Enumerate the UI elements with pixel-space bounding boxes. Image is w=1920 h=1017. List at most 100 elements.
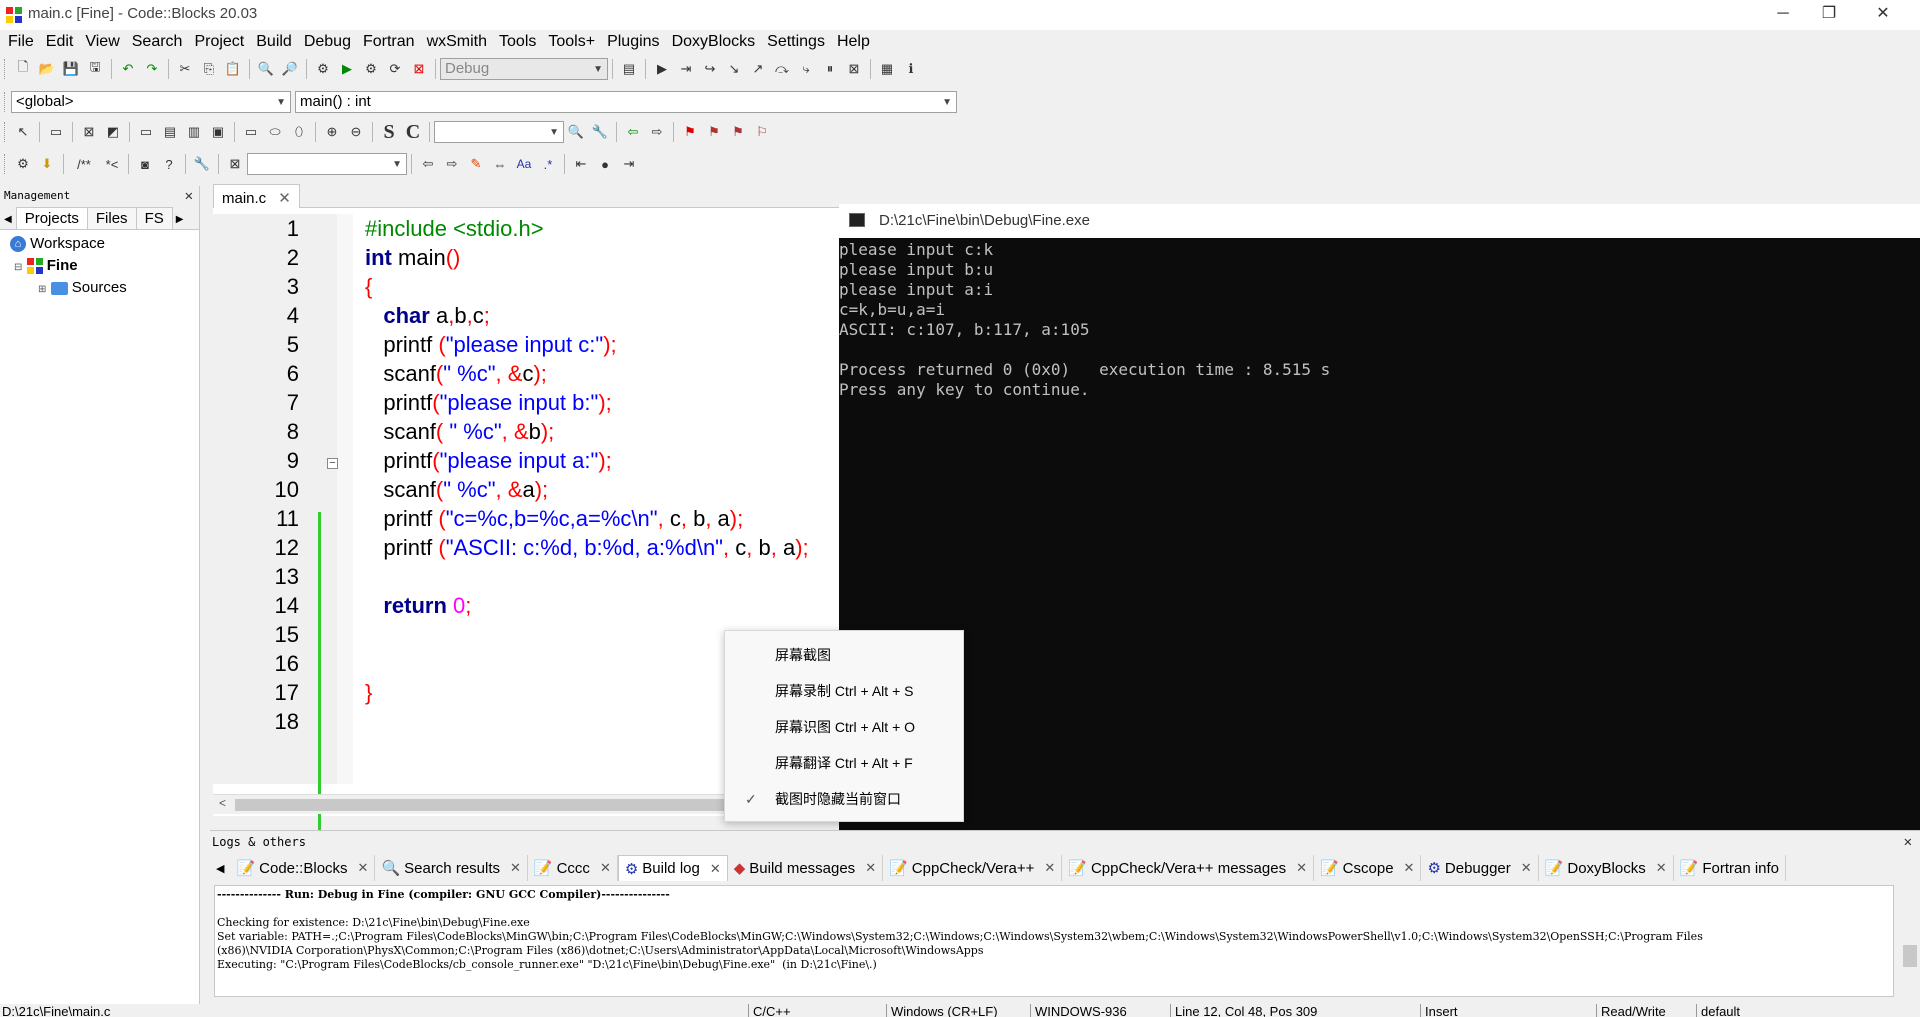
menu-build[interactable]: Build bbox=[250, 30, 298, 54]
tab-search-results[interactable]: 🔍 Search results ✕ bbox=[375, 855, 528, 881]
scroll-thumb[interactable] bbox=[235, 799, 795, 811]
find-next-icon[interactable]: ⇨ bbox=[441, 153, 463, 175]
layout4-icon[interactable]: ▣ bbox=[207, 121, 229, 143]
close-log-tab-icon[interactable]: ✕ bbox=[600, 860, 611, 876]
menu-wxsmith[interactable]: wxSmith bbox=[421, 30, 493, 54]
menu-screen-translate[interactable]: 屏幕翻译 Ctrl + Alt + F bbox=[725, 745, 963, 781]
regex-icon[interactable]: .* bbox=[537, 153, 559, 175]
doxywizard-icon[interactable]: ⚙ bbox=[12, 153, 34, 175]
close-log-tab-icon[interactable]: ✕ bbox=[1656, 860, 1667, 876]
menu-debug[interactable]: Debug bbox=[298, 30, 357, 54]
close-log-tab-icon[interactable]: ✕ bbox=[710, 861, 721, 877]
menu-hide-window-toggle[interactable]: ✓ 截图时隐藏当前窗口 bbox=[725, 781, 963, 817]
menu-view[interactable]: View bbox=[79, 30, 125, 54]
menu-edit[interactable]: Edit bbox=[40, 30, 80, 54]
scope-select[interactable]: <global> ▼ bbox=[11, 91, 291, 113]
tab-codeblocks-log[interactable]: 📝 Code::Blocks ✕ bbox=[230, 855, 376, 881]
log-scroll-thumb[interactable] bbox=[1903, 945, 1917, 967]
close-log-tab-icon[interactable]: ✕ bbox=[1404, 860, 1415, 876]
tab-build-messages[interactable]: ◆ Build messages ✕ bbox=[728, 855, 884, 881]
shape2-icon[interactable]: ⬭ bbox=[264, 121, 286, 143]
tab-main-c[interactable]: main.c ✕ bbox=[213, 184, 300, 208]
console-window[interactable]: please input c:k please input b:u please i… bbox=[839, 204, 1920, 839]
find-prev-icon[interactable]: ⇦ bbox=[417, 153, 439, 175]
menu-help[interactable]: Help bbox=[831, 30, 876, 54]
pause-icon[interactable]: ⏸ bbox=[819, 58, 841, 80]
debug-continue-icon[interactable]: ▶ bbox=[651, 58, 673, 80]
menu-tools[interactable]: Tools bbox=[493, 30, 542, 54]
tab-projects[interactable]: Projects bbox=[15, 207, 88, 229]
close-logs-icon[interactable]: ✕ bbox=[1904, 831, 1912, 853]
cut-icon[interactable]: ✂ bbox=[174, 58, 196, 80]
tab-cppcheck-messages[interactable]: 📝 CppCheck/Vera++ messages ✕ bbox=[1062, 855, 1314, 881]
new-file-icon[interactable]: 🗋 bbox=[12, 58, 34, 80]
tree-workspace[interactable]: ⌂ Workspace bbox=[0, 233, 199, 255]
layout1-icon[interactable]: ▭ bbox=[135, 121, 157, 143]
extract-icon[interactable]: ⬇ bbox=[36, 153, 58, 175]
close-log-tab-icon[interactable]: ✕ bbox=[865, 860, 876, 876]
jump-forward-icon[interactable]: ⇥ bbox=[618, 153, 640, 175]
open-file-icon[interactable]: 📂 bbox=[36, 58, 58, 80]
menu-screen-ocr[interactable]: 屏幕识图 Ctrl + Alt + O bbox=[725, 709, 963, 745]
jump-home-icon[interactable]: ● bbox=[594, 153, 616, 175]
shape1-icon[interactable]: ▭ bbox=[240, 121, 262, 143]
close-log-tab-icon[interactable]: ✕ bbox=[1296, 860, 1307, 876]
abort-icon[interactable]: ⊠ bbox=[408, 58, 430, 80]
bookmark-clear-icon[interactable]: ⚐ bbox=[751, 121, 773, 143]
close-management-icon[interactable]: ✕ bbox=[185, 186, 193, 206]
build-target-select[interactable]: Debug ▼ bbox=[440, 58, 608, 80]
find-icon[interactable]: 🔍 bbox=[255, 58, 277, 80]
chm-icon[interactable]: ? bbox=[158, 153, 180, 175]
close-tab-icon[interactable]: ✕ bbox=[278, 190, 291, 207]
menu-project[interactable]: Project bbox=[188, 30, 250, 54]
tab-build-log[interactable]: ⚙ Build log ✕ bbox=[617, 855, 728, 881]
menu-plugins[interactable]: Plugins bbox=[601, 30, 665, 54]
block-comment-icon[interactable]: /** bbox=[69, 153, 99, 175]
undo-icon[interactable]: ↶ bbox=[117, 58, 139, 80]
box2-icon[interactable]: ◩ bbox=[102, 121, 124, 143]
layout2-icon[interactable]: ▤ bbox=[159, 121, 181, 143]
menu-file[interactable]: File bbox=[2, 30, 40, 54]
save-all-icon[interactable]: 🖫 bbox=[84, 58, 106, 80]
close-log-tab-icon[interactable]: ✕ bbox=[1521, 860, 1532, 876]
step-instruction-icon[interactable]: ⤷ bbox=[795, 58, 817, 80]
step-out-icon[interactable]: ↗ bbox=[747, 58, 769, 80]
build-icon[interactable]: ⚙ bbox=[312, 58, 334, 80]
redo-icon[interactable]: ↷ bbox=[141, 58, 163, 80]
menu-doxyblocks[interactable]: DoxyBlocks bbox=[666, 30, 762, 54]
step-into-icon[interactable]: ↘ bbox=[723, 58, 745, 80]
menu-screen-record[interactable]: 屏幕录制 Ctrl + Alt + S bbox=[725, 673, 963, 709]
log-tabs-left-arrow-icon[interactable]: ◀ bbox=[210, 862, 230, 875]
debug-info-icon[interactable]: ℹ bbox=[900, 58, 922, 80]
settings-wrench-icon[interactable]: 🔧 bbox=[589, 121, 611, 143]
tab-doxyblocks[interactable]: 📝 DoxyBlocks ✕ bbox=[1539, 855, 1674, 881]
tab-cscope[interactable]: 📝 Cscope ✕ bbox=[1314, 855, 1422, 881]
menu-search[interactable]: Search bbox=[126, 30, 189, 54]
incremental-search-combo[interactable]: ▼ bbox=[247, 153, 407, 175]
menu-tools-plus[interactable]: Tools+ bbox=[542, 30, 601, 54]
rebuild-icon[interactable]: ⟳ bbox=[384, 58, 406, 80]
zoom-out-icon[interactable]: ⊖ bbox=[345, 121, 367, 143]
close-log-tab-icon[interactable]: ✕ bbox=[510, 860, 521, 876]
menu-screenshot[interactable]: 屏幕截图 bbox=[725, 637, 963, 673]
bookmark-prev-icon[interactable]: ⚑ bbox=[703, 121, 725, 143]
jump-back-icon[interactable]: ⇤ bbox=[570, 153, 592, 175]
next-line-icon[interactable]: ↪ bbox=[699, 58, 721, 80]
tabs-right-arrow-icon[interactable]: ▶ bbox=[172, 214, 188, 229]
shape3-icon[interactable]: ⬯ bbox=[288, 121, 310, 143]
close-log-tab-icon[interactable]: ✕ bbox=[1044, 860, 1055, 876]
replace-icon[interactable]: 🔎 bbox=[279, 58, 301, 80]
tree-folder-sources[interactable]: ⊞ Sources bbox=[0, 277, 199, 299]
bookmark-next-icon[interactable]: ⚑ bbox=[727, 121, 749, 143]
selected-text-icon[interactable]: ⇔ bbox=[489, 153, 511, 175]
c-icon[interactable]: C bbox=[402, 121, 424, 143]
tabs-left-arrow-icon[interactable]: ◀ bbox=[0, 214, 16, 229]
search-combo[interactable]: ▼ bbox=[434, 121, 564, 143]
tree-project-fine[interactable]: ⊟ Fine bbox=[0, 255, 199, 277]
s-icon[interactable]: S bbox=[378, 121, 400, 143]
zoom-in-icon[interactable]: ⊕ bbox=[321, 121, 343, 143]
tab-cccc[interactable]: 📝 Cccc ✕ bbox=[528, 855, 618, 881]
tab-debugger[interactable]: ⚙ Debugger ✕ bbox=[1421, 855, 1539, 881]
collapse-icon[interactable]: ⊟ bbox=[14, 262, 22, 273]
back-icon[interactable]: ⇦ bbox=[622, 121, 644, 143]
